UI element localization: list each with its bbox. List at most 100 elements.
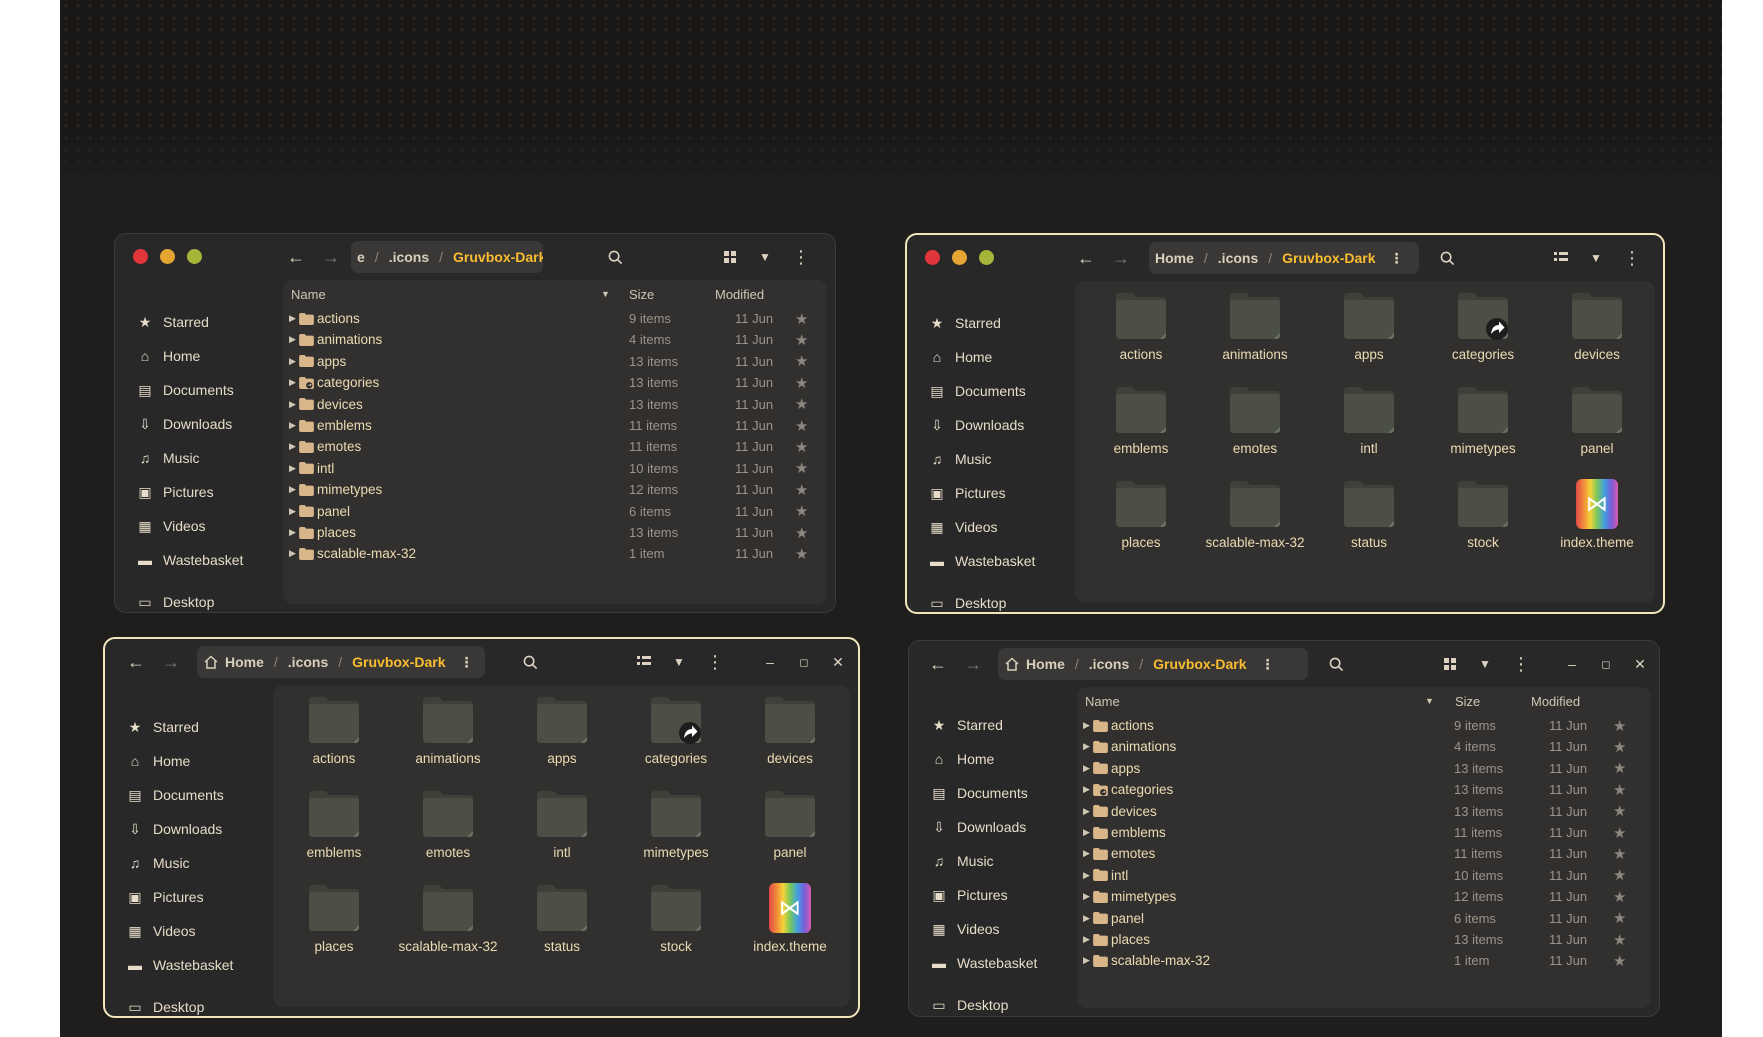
star-icon[interactable]: ★	[1613, 909, 1626, 927]
grid-item-apps[interactable]: apps	[512, 695, 612, 767]
grid-item-emblems[interactable]: emblems	[1091, 385, 1191, 457]
sidebar-item-home[interactable]: ⌂ Home	[127, 749, 191, 773]
grid-item-actions[interactable]: actions	[1091, 291, 1191, 363]
path-menu-button[interactable]: ⋮	[1261, 656, 1275, 673]
grid-item-emotes[interactable]: emotes	[1205, 385, 1305, 457]
sidebar-item-desktop[interactable]: ▭ Desktop	[137, 590, 214, 612]
sidebar-item-starred[interactable]: ★ Starred	[137, 310, 209, 334]
list-row-categories[interactable]: ▶ categories 13 items 11 Jun ★	[283, 372, 827, 393]
list-row-apps[interactable]: ▶ apps 13 items 11 Jun ★	[1077, 758, 1651, 779]
list-row-animations[interactable]: ▶ animations 4 items 11 Jun ★	[283, 329, 827, 350]
expand-arrow-icon[interactable]: ▶	[289, 506, 296, 517]
list-row-mimetypes[interactable]: ▶ mimetypes 12 items 11 Jun ★	[283, 479, 827, 500]
forward-button[interactable]: →	[318, 244, 344, 270]
star-icon[interactable]: ★	[1613, 845, 1626, 863]
column-modified-header[interactable]: Modified	[715, 287, 764, 302]
sidebar-item-pictures[interactable]: ▣ Pictures	[929, 481, 1005, 505]
star-icon[interactable]: ★	[795, 352, 808, 370]
path-menu-button[interactable]: ⋮	[1390, 250, 1404, 267]
sidebar-item-starred[interactable]: ★ Starred	[931, 713, 1003, 737]
expand-arrow-icon[interactable]: ▶	[289, 484, 296, 495]
expand-arrow-icon[interactable]: ▶	[289, 548, 296, 559]
minimize-window-button[interactable]: –	[759, 649, 781, 675]
back-button[interactable]: ←	[283, 244, 309, 270]
sidebar-item-wastebasket[interactable]: ▬ Wastebasket	[931, 951, 1037, 975]
search-button[interactable]	[602, 244, 628, 270]
list-row-places[interactable]: ▶ places 13 items 11 Jun ★	[1077, 929, 1651, 950]
search-button[interactable]	[1323, 651, 1349, 677]
view-options-dropdown[interactable]: ▼	[752, 244, 778, 270]
expand-arrow-icon[interactable]: ▶	[289, 377, 296, 388]
breadcrumb-home[interactable]: Home	[1155, 250, 1194, 266]
sidebar-item-music[interactable]: ♫ Music	[137, 446, 200, 470]
sidebar-item-documents[interactable]: ▤ Documents	[929, 379, 1025, 403]
expand-arrow-icon[interactable]: ▶	[289, 463, 296, 474]
grid-item-devices[interactable]: devices	[740, 695, 840, 767]
list-row-places[interactable]: ▶ places 13 items 11 Jun ★	[283, 522, 827, 543]
grid-item-mimetypes[interactable]: mimetypes	[626, 789, 726, 861]
breadcrumb-current[interactable]: Gruvbox-Dark	[1153, 656, 1246, 672]
sidebar-item-downloads[interactable]: ⇩ Downloads	[931, 815, 1026, 839]
breadcrumb-current[interactable]: Gruvbox-Dark	[352, 654, 445, 670]
minimize-window-button[interactable]: –	[1561, 651, 1583, 677]
expand-arrow-icon[interactable]: ▶	[289, 527, 296, 538]
close-window-button[interactable]: ✕	[827, 649, 849, 675]
sidebar-item-documents[interactable]: ▤ Documents	[127, 783, 223, 807]
breadcrumb-truncated[interactable]: e	[357, 249, 365, 265]
star-icon[interactable]: ★	[1613, 738, 1626, 756]
sidebar-item-videos[interactable]: ▦ Videos	[137, 514, 205, 538]
grid-item-animations[interactable]: animations	[1205, 291, 1305, 363]
sidebar-item-downloads[interactable]: ⇩ Downloads	[127, 817, 222, 841]
breadcrumb-icons[interactable]: .icons	[288, 654, 328, 670]
star-icon[interactable]: ★	[1613, 888, 1626, 906]
breadcrumb-icons[interactable]: .icons	[1089, 656, 1129, 672]
star-icon[interactable]: ★	[1613, 824, 1626, 842]
minimize-window-button[interactable]	[952, 250, 967, 265]
sidebar-item-home[interactable]: ⌂ Home	[931, 747, 995, 771]
close-window-button[interactable]	[925, 250, 940, 265]
list-row-emotes[interactable]: ▶ emotes 11 items 11 Jun ★	[1077, 843, 1651, 864]
sidebar-item-home[interactable]: ⌂ Home	[929, 345, 993, 369]
breadcrumb-home[interactable]: Home	[1026, 656, 1065, 672]
search-button[interactable]	[1434, 245, 1460, 271]
grid-item-scalable-max-32[interactable]: scalable-max-32	[398, 883, 498, 955]
grid-item-actions[interactable]: actions	[284, 695, 384, 767]
list-row-scalable-max-32[interactable]: ▶ scalable-max-32 1 item 11 Jun ★	[283, 543, 827, 564]
back-button[interactable]: ←	[123, 649, 149, 675]
column-name-header[interactable]: Name	[291, 287, 326, 302]
expand-arrow-icon[interactable]: ▶	[289, 334, 296, 345]
sidebar-item-videos[interactable]: ▦ Videos	[127, 919, 195, 943]
star-icon[interactable]: ★	[795, 374, 808, 392]
maximize-window-button[interactable]: ◻	[793, 649, 815, 675]
sidebar-item-videos[interactable]: ▦ Videos	[931, 917, 999, 941]
column-name-header[interactable]: Name	[1085, 694, 1120, 709]
sidebar-item-pictures[interactable]: ▣ Pictures	[137, 480, 213, 504]
grid-item-stock[interactable]: stock	[626, 883, 726, 955]
expand-arrow-icon[interactable]: ▶	[1083, 913, 1090, 924]
sidebar-item-pictures[interactable]: ▣ Pictures	[127, 885, 203, 909]
list-row-animations[interactable]: ▶ animations 4 items 11 Jun ★	[1077, 736, 1651, 757]
grid-item-apps[interactable]: apps	[1319, 291, 1419, 363]
grid-item-intl[interactable]: intl	[512, 789, 612, 861]
grid-view-button[interactable]	[717, 244, 743, 270]
sidebar-item-starred[interactable]: ★ Starred	[929, 311, 1001, 335]
star-icon[interactable]: ★	[795, 502, 808, 520]
list-view-button[interactable]	[1548, 245, 1574, 271]
grid-item-stock[interactable]: stock	[1433, 479, 1533, 551]
grid-item-categories[interactable]: categories	[626, 695, 726, 767]
star-icon[interactable]: ★	[1613, 952, 1626, 970]
expand-arrow-icon[interactable]: ▶	[289, 441, 296, 452]
sidebar-item-desktop[interactable]: ▭ Desktop	[931, 993, 1008, 1016]
list-row-categories[interactable]: ▶ categories 13 items 11 Jun ★	[1077, 779, 1651, 800]
path-menu-button[interactable]: ⋮	[460, 654, 474, 671]
grid-item-mimetypes[interactable]: mimetypes	[1433, 385, 1533, 457]
expand-arrow-icon[interactable]: ▶	[1083, 870, 1090, 881]
list-row-devices[interactable]: ▶ devices 13 items 11 Jun ★	[1077, 801, 1651, 822]
view-options-dropdown[interactable]: ▼	[1583, 245, 1609, 271]
grid-item-scalable-max-32[interactable]: scalable-max-32	[1205, 479, 1305, 551]
sidebar-item-music[interactable]: ♫ Music	[127, 851, 190, 875]
grid-item-emblems[interactable]: emblems	[284, 789, 384, 861]
list-row-emblems[interactable]: ▶ emblems 11 items 11 Jun ★	[1077, 822, 1651, 843]
main-menu-button[interactable]: ⋮	[702, 649, 728, 675]
main-menu-button[interactable]: ⋮	[1508, 651, 1534, 677]
